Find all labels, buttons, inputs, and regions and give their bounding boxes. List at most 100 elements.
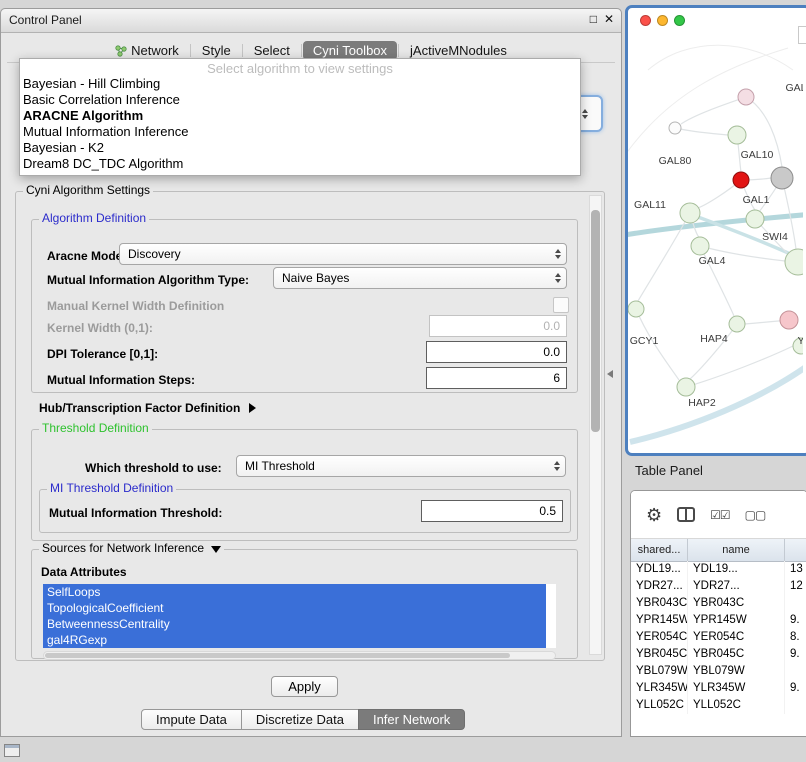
control-panel-titlebar[interactable]: Control Panel □ ✕ — [1, 9, 621, 33]
network-node-label: HAP2 — [688, 397, 716, 409]
attribute-item-gal4rgexp[interactable]: gal4RGexp — [43, 632, 546, 648]
network-edge[interactable] — [675, 128, 728, 135]
columns-icon[interactable] — [677, 507, 695, 522]
network-node[interactable] — [628, 301, 644, 317]
mi-steps-input[interactable]: 6 — [426, 367, 567, 389]
algorithm-option-dream8-dc-tdc-algorithm[interactable]: Dream8 DC_TDC Algorithm — [20, 156, 580, 172]
dpi-tolerance-label: DPI Tolerance [0,1]: — [47, 347, 158, 361]
network-node[interactable] — [771, 167, 793, 189]
minimize-window-icon[interactable] — [657, 15, 668, 26]
table-row[interactable]: YDL19...YDL19...13 — [631, 561, 806, 578]
dpi-tolerance-value: 0.0 — [543, 345, 560, 359]
algorithm-option-bayesian-hill-climbing[interactable]: Bayesian - Hill Climbing — [20, 76, 580, 92]
panel-dock-icon[interactable] — [4, 744, 20, 757]
which-threshold-select[interactable]: MI Threshold — [236, 455, 566, 477]
table-row[interactable]: YDR27...YDR27...12 — [631, 578, 806, 595]
table-cell: 8. — [785, 629, 806, 646]
mi-algorithm-type-select[interactable]: Naive Bayes — [273, 267, 567, 289]
column-header-name[interactable]: name — [688, 539, 785, 561]
tab-label: Style — [202, 43, 231, 58]
network-node-label: GAL11 — [634, 199, 666, 211]
table-row[interactable]: YBL079WYBL079W — [631, 663, 806, 680]
attribute-item-topologicalcoefficient[interactable]: TopologicalCoefficient — [43, 600, 546, 616]
kernel-width-label: Kernel Width (0,1): — [47, 321, 153, 335]
splitter-collapse-icon[interactable] — [607, 370, 613, 378]
table-row[interactable]: YLL052CYLL052C — [631, 697, 806, 714]
algorithm-option-basic-correlation-inference[interactable]: Basic Correlation Inference — [20, 92, 580, 108]
table-cell: 9. — [785, 646, 806, 663]
data-attributes-label: Data Attributes — [41, 565, 127, 579]
network-node-label: HAP4 — [700, 333, 728, 345]
table-row[interactable]: YLR345WYLR345W9. — [631, 680, 806, 697]
network-edge[interactable] — [630, 364, 803, 442]
scrollbar-thumb[interactable] — [45, 653, 510, 658]
table-cell: YBR045C — [631, 646, 688, 663]
network-node[interactable] — [746, 210, 764, 228]
network-node-label: GAL — [785, 82, 803, 94]
threshold-definition-title: Threshold Definition — [39, 422, 152, 435]
column-header-2[interactable] — [785, 539, 806, 561]
traffic-lights — [640, 15, 685, 26]
table-header: shared...name — [631, 539, 806, 562]
network-scrollbar-nub[interactable] — [798, 26, 806, 44]
table-body: YDL19...YDL19...13YDR27...YDR27...12YBR0… — [631, 561, 806, 736]
table-cell: YPR145W — [631, 612, 688, 629]
network-node[interactable] — [728, 126, 746, 144]
settings-vscrollbar[interactable] — [589, 195, 602, 655]
network-node[interactable] — [691, 237, 709, 255]
network-view-window: GAL80GAL10GAL11GAL1SWI4GAL4GCY1HAP4HAP2G… — [625, 5, 806, 456]
aracne-mode-select[interactable]: Discovery — [119, 243, 567, 265]
network-node[interactable] — [677, 378, 695, 396]
table-cell: YBL079W — [631, 663, 688, 680]
settings-gear-icon[interactable]: ⚙ — [646, 506, 662, 524]
tab-infer-network[interactable]: Infer Network — [358, 709, 465, 730]
close-panel-icon[interactable]: ✕ — [604, 12, 614, 26]
scrollbar-thumb[interactable] — [591, 210, 600, 432]
which-threshold-value: MI Threshold — [237, 459, 315, 473]
dpi-tolerance-input[interactable]: 0.0 — [426, 341, 567, 363]
sources-section-toggle[interactable]: Sources for Network Inference — [39, 542, 224, 555]
hub-section-toggle[interactable]: Hub/Transcription Factor Definition — [39, 401, 256, 415]
table-cell: YDL19... — [631, 561, 688, 578]
network-node[interactable] — [729, 316, 745, 332]
network-node-label: SWI4 — [762, 231, 788, 243]
data-attributes-list[interactable]: SelfLoopsTopologicalCoefficientBetweenne… — [43, 584, 556, 648]
algorithm-option-aracne-algorithm[interactable]: ARACNE Algorithm — [20, 108, 580, 124]
network-node[interactable] — [780, 311, 798, 329]
mi-threshold-input[interactable]: 0.5 — [421, 500, 563, 522]
close-window-icon[interactable] — [640, 15, 651, 26]
which-threshold-label: Which threshold to use: — [85, 461, 222, 475]
cyni-settings-title: Cyni Algorithm Settings — [23, 184, 153, 197]
manual-kernel-width-checkbox[interactable] — [553, 297, 569, 313]
table-row[interactable]: YPR145WYPR145W9. — [631, 612, 806, 629]
network-node[interactable] — [733, 172, 749, 188]
tab-discretize-data[interactable]: Discretize Data — [241, 709, 359, 730]
table-cell — [785, 697, 806, 714]
network-edge[interactable] — [648, 45, 793, 70]
algorithm-option-bayesian-k2[interactable]: Bayesian - K2 — [20, 140, 580, 156]
zoom-window-icon[interactable] — [674, 15, 685, 26]
attributes-hscrollbar[interactable] — [43, 651, 556, 660]
table-cell: YBR043C — [688, 595, 785, 612]
hide-columns-icon[interactable]: ▢▢ — [745, 508, 766, 522]
network-edge[interactable] — [628, 48, 788, 158]
table-row[interactable]: YBR043CYBR043C — [631, 595, 806, 612]
show-columns-icon[interactable]: ☑☑ — [710, 508, 730, 522]
algorithm-option-mutual-information-inference[interactable]: Mutual Information Inference — [20, 124, 580, 140]
attribute-item-selfloops[interactable]: SelfLoops — [43, 584, 546, 600]
table-row[interactable]: YER054CYER054C8. — [631, 629, 806, 646]
tab-label: Network — [131, 43, 179, 58]
column-header-shared[interactable]: shared... — [631, 539, 688, 561]
kernel-width-input[interactable]: 0.0 — [429, 315, 567, 337]
network-node[interactable] — [669, 122, 681, 134]
float-panel-icon[interactable]: □ — [590, 12, 597, 26]
network-node[interactable] — [680, 203, 700, 223]
network-edge[interactable] — [681, 97, 746, 124]
apply-button[interactable]: Apply — [271, 676, 338, 697]
network-edge[interactable] — [638, 213, 690, 301]
attribute-item-betweennesscentrality[interactable]: BetweennessCentrality — [43, 616, 546, 632]
network-node[interactable] — [738, 89, 754, 105]
table-row[interactable]: YBR045CYBR045C9. — [631, 646, 806, 663]
network-canvas[interactable]: GAL80GAL10GAL11GAL1SWI4GAL4GCY1HAP4HAP2G… — [628, 8, 803, 447]
tab-impute-data[interactable]: Impute Data — [141, 709, 242, 730]
